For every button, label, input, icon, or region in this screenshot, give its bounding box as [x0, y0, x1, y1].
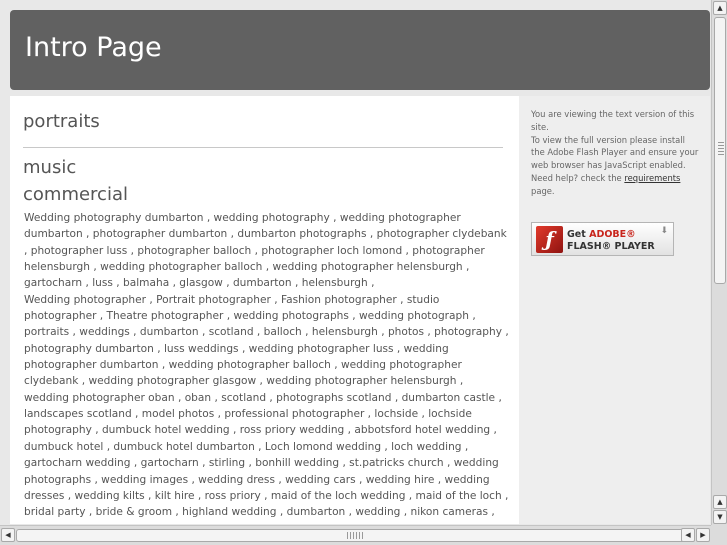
get-flash-player-button[interactable]: ƒ Get ADOBE® FLASH® PLAYER ⬇ [531, 222, 674, 256]
keyword-paragraph-2: Wedding photographer , Portrait photogra… [24, 293, 509, 524]
main-content: portraits music commercial Wedding photo… [10, 96, 519, 524]
flash-product-text: FLASH® PLAYER [567, 241, 655, 252]
scroll-left-button-right[interactable]: ◀ [681, 528, 695, 542]
heading-portraits: portraits [23, 111, 100, 132]
divider [23, 147, 503, 148]
scroll-left-button[interactable]: ◀ [1, 528, 15, 542]
flash-get-text: Get [567, 229, 586, 240]
vertical-scroll-thumb[interactable] [714, 17, 726, 284]
heading-commercial: commercial [23, 184, 128, 205]
requirements-link[interactable]: requirements [624, 173, 680, 183]
flash-adobe-text: ADOBE® [589, 229, 636, 240]
horizontal-scrollbar[interactable]: ◀ ◀ ▶ [0, 525, 711, 545]
flash-badge-line1: Get ADOBE® [567, 229, 636, 240]
scroll-up-button[interactable]: ▲ [713, 1, 727, 15]
notice-help: Need help? check the requirements page. [531, 172, 701, 198]
keyword-paragraph-1: Wedding photography dumbarton , wedding … [24, 212, 507, 290]
keyword-text: Wedding photography dumbarton , wedding … [24, 210, 510, 524]
flash-notice: You are viewing the text version of this… [531, 108, 701, 198]
flash-logo-icon: ƒ [536, 226, 563, 253]
scroll-down-button[interactable]: ▼ [713, 510, 727, 524]
scroll-up-button-lower[interactable]: ▲ [713, 495, 727, 509]
vertical-scrollbar[interactable]: ▲ ▲ ▼ [711, 0, 727, 525]
help-prefix: Need help? check the [531, 172, 625, 183]
scroll-grip-icon [718, 142, 724, 156]
notice-install-flash: To view the full version please install … [531, 134, 699, 171]
page-header: Intro Page [10, 10, 710, 90]
horizontal-scroll-thumb[interactable] [16, 529, 694, 542]
scrollbar-corner [711, 525, 727, 545]
page-title: Intro Page [25, 32, 162, 63]
help-suffix: page. [531, 185, 555, 196]
scroll-right-button[interactable]: ▶ [696, 528, 710, 542]
sidebar: You are viewing the text version of this… [519, 96, 710, 524]
download-arrow-icon: ⬇ [660, 226, 668, 236]
scroll-grip-icon-horizontal [347, 532, 363, 539]
notice-text-version: You are viewing the text version of this… [531, 109, 695, 132]
heading-music: music [23, 157, 77, 178]
